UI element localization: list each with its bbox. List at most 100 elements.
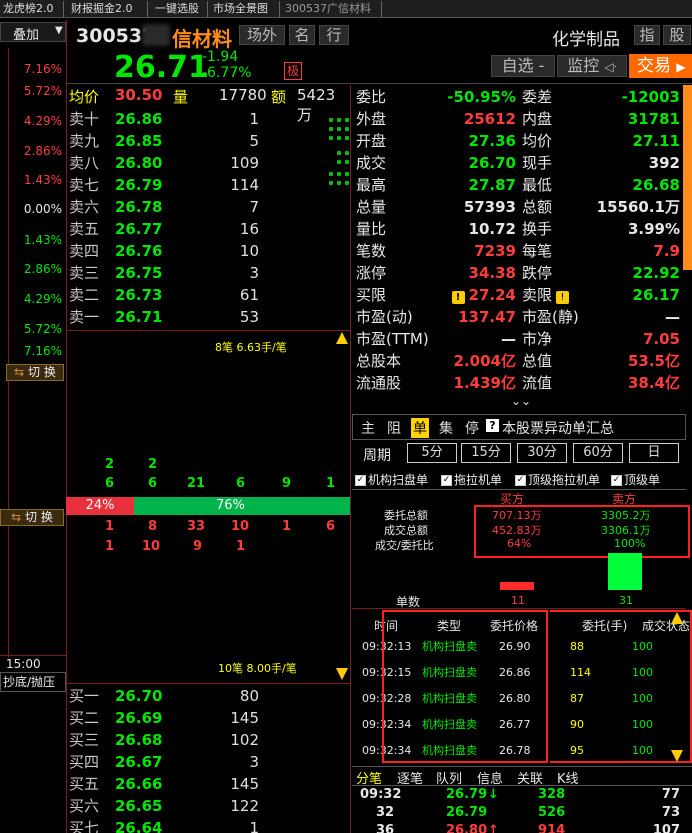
watchlist-button[interactable]: 自选 -: [491, 55, 555, 77]
quote-value: 22.92: [632, 264, 680, 282]
order-dot: [345, 127, 349, 131]
period-button[interactable]: 5分: [407, 443, 457, 463]
panel-tab[interactable]: 主: [359, 418, 377, 438]
asks-row: 卖五 26.77 16: [69, 218, 347, 240]
summary-row: 均价 30.50 量 17780 额 5423万: [69, 86, 349, 124]
period-button[interactable]: 日: [629, 443, 679, 463]
period-button[interactable]: 15分: [461, 443, 511, 463]
tab-stock-picker[interactable]: 一键选股: [152, 1, 208, 17]
tick-row: 36 26.80 ↑ 914 107: [356, 823, 686, 833]
axis-label: 5.72%: [23, 322, 62, 336]
stat-label: 成交总额: [384, 524, 428, 537]
bids-row: 买三 26.68 102: [69, 729, 347, 751]
row-button[interactable]: 行: [319, 25, 349, 45]
asks-label: 卖八: [69, 154, 100, 172]
right-edge-strip[interactable]: [683, 85, 692, 270]
order-dot: [337, 181, 341, 185]
asks-row: 卖四 26.76 10: [69, 240, 347, 262]
checkbox-icon[interactable]: ✓: [515, 475, 526, 486]
scroll-up-icon[interactable]: [336, 332, 348, 344]
trade-button[interactable]: 交易 ▶: [629, 54, 692, 78]
period-button[interactable]: 30分: [517, 443, 567, 463]
bids-label: 买五: [69, 775, 100, 793]
asks-price: 26.79: [115, 176, 163, 194]
asks-label: 卖四: [69, 242, 100, 260]
filter-checkbox[interactable]: ✓ 顶级拖拉机单: [515, 471, 600, 488]
quote-value: 137.47: [426, 306, 516, 328]
quote-label-text: 跌停: [522, 264, 553, 282]
axis-label: 4.29%: [23, 292, 62, 306]
queue_row2-value: 21: [187, 476, 206, 491]
asks-label: 卖三: [69, 264, 100, 282]
name-button[interactable]: 名: [289, 25, 315, 45]
queue_row2-value: 6: [148, 476, 158, 491]
switch-label: 切 换: [25, 510, 53, 524]
axis-label: 1.43%: [23, 233, 62, 247]
monitor-button[interactable]: 监控 ◁ᐧ: [557, 55, 627, 77]
tick-volume: 914: [538, 823, 566, 833]
switch-button-top[interactable]: ⇆ 切 换: [6, 364, 64, 381]
checkbox-icon[interactable]: ✓: [611, 475, 622, 486]
panel-tab[interactable]: 阻: [385, 418, 403, 438]
tab-longhubang[interactable]: 龙虎榜2.0: [0, 1, 64, 17]
bids-volume: 1: [249, 819, 259, 833]
quote-label: 市净: [522, 328, 552, 350]
tab-market-overview[interactable]: 市场全景图: [210, 1, 280, 17]
quote-label-text: 委差: [522, 88, 553, 106]
bids-volume: 122: [230, 797, 259, 815]
help-icon[interactable]: ?: [486, 419, 499, 432]
stock-button[interactable]: 股: [663, 25, 691, 45]
asks-price: 26.78: [115, 198, 163, 216]
quote-row: 流通股 1.439亿 流值 38.4亿: [356, 372, 684, 394]
bottom-left-label[interactable]: 抄底/抛压: [0, 672, 66, 692]
scroll-down-icon[interactable]: [336, 668, 348, 680]
quote-value: 3.99%: [627, 220, 680, 238]
panel-tab[interactable]: 单: [411, 418, 429, 438]
order-dot: [337, 151, 341, 155]
asks-volume: 10: [239, 242, 259, 260]
axis-divider: [66, 20, 67, 833]
asks-price: 26.75: [115, 264, 163, 282]
queue_row3-value: 8: [148, 519, 158, 534]
quote-label: 跌停: [522, 262, 552, 284]
checkbox-icon[interactable]: ✓: [355, 475, 366, 486]
overlay-dropdown[interactable]: 叠加 ▼: [0, 22, 66, 43]
ratio-bar: 24% 76%: [66, 497, 350, 515]
ask-queue-label: 8笔 6.63手/笔: [215, 341, 287, 354]
expand-icon[interactable]: ⌄⌄: [511, 394, 531, 408]
quote-value-text: 1.439亿: [453, 374, 516, 392]
filter-checkbox[interactable]: ✓ 机构扫盘单: [355, 471, 428, 488]
filter-checkbox[interactable]: ✓ 顶级单: [611, 471, 660, 488]
panel-tab[interactable]: 停: [463, 418, 481, 438]
switch-button-bottom[interactable]: ⇆ 切 换: [0, 509, 64, 526]
quote-value-text: 57393: [463, 198, 516, 216]
filter-checkbox[interactable]: ✓ 拖拉机单: [441, 471, 502, 488]
buy-count-bar: [500, 582, 534, 590]
quote-row: 买限! 27.24 卖限! 26.17: [356, 284, 684, 306]
tick-count: 107: [652, 823, 680, 833]
quote-value: 57393: [426, 196, 516, 218]
avg-value: 30.50: [115, 86, 163, 104]
axis-label: 5.72%: [23, 84, 62, 98]
quote-label: 量比: [356, 220, 387, 238]
axis-label: 2.86%: [23, 262, 62, 276]
index-button[interactable]: 指: [634, 25, 660, 45]
time-label: 15:00: [6, 657, 41, 671]
ratio-right-label: 76%: [216, 498, 245, 513]
tab-financial-report[interactable]: 财报掘金2.0: [68, 1, 148, 17]
panel-tab[interactable]: 集: [437, 418, 455, 438]
industry-label[interactable]: 化学制品: [552, 25, 620, 50]
order-dot: [337, 172, 341, 176]
asks-price: 26.73: [115, 286, 163, 304]
period-button[interactable]: 60分: [573, 443, 623, 463]
sell-count-bar: [608, 553, 642, 590]
trade-label: 交易: [637, 56, 671, 76]
outside-button[interactable]: 场外: [239, 25, 285, 45]
asks-price: 26.77: [115, 220, 163, 238]
checkbox-icon[interactable]: ✓: [441, 475, 452, 486]
quote-label-text: 总值: [522, 352, 553, 370]
tab-current-stock[interactable]: 300537广信材料: [282, 1, 382, 17]
queue_row2-value: 9: [282, 476, 292, 491]
bids-price: 26.65: [115, 797, 163, 815]
quote-label: 开盘: [356, 132, 387, 150]
